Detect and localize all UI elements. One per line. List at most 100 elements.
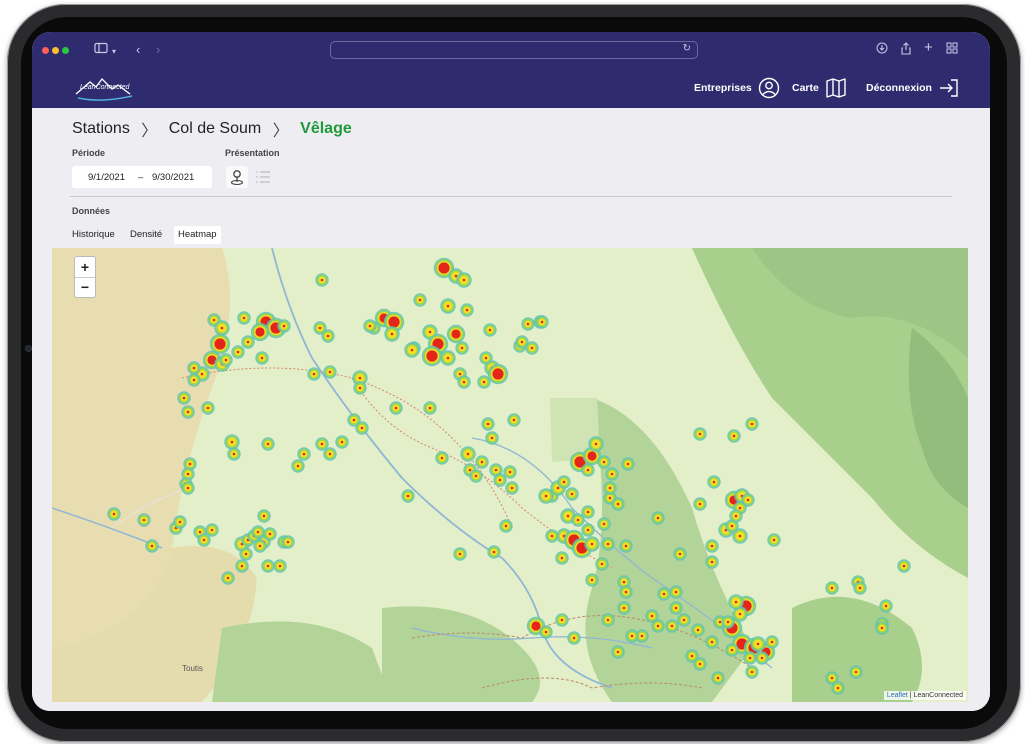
map-place-label: Toutis	[182, 664, 203, 673]
presentation-map-button[interactable]	[226, 166, 248, 188]
heat-spot	[263, 527, 277, 541]
heat-spot	[581, 505, 595, 519]
heat-spot	[581, 523, 595, 537]
heat-spot	[315, 273, 329, 287]
heat-spot	[469, 469, 483, 483]
heat-spot	[657, 587, 671, 601]
date-start[interactable]: 9/1/2021	[88, 172, 125, 183]
heat-spot	[384, 326, 400, 342]
heat-spot	[413, 293, 427, 307]
tablet-frame: ▾ ‹ › ↻ + LeanConnected Entreprises Cart…	[7, 4, 1021, 742]
heat-spot	[456, 272, 472, 288]
zoom-out-button[interactable]: −	[75, 277, 95, 297]
heat-spot	[277, 319, 291, 333]
heat-spot	[187, 373, 201, 387]
heat-spot	[557, 475, 571, 489]
forward-icon[interactable]: ›	[156, 42, 160, 58]
heat-spot	[745, 665, 759, 679]
nav-carte[interactable]: Carte	[792, 77, 847, 99]
heat-spot	[273, 559, 287, 573]
reload-icon[interactable]: ↻	[683, 43, 691, 54]
zoom-in-button[interactable]: +	[75, 257, 95, 278]
app-header: LeanConnected Entreprises Carte Déconnex…	[32, 68, 990, 108]
heat-spot	[231, 345, 245, 359]
tab-heatmap[interactable]: Heatmap	[174, 226, 221, 244]
date-range-picker[interactable]: 9/1/2021 – 9/30/2021	[72, 166, 212, 188]
heat-spot	[323, 447, 337, 461]
heat-spot	[477, 375, 491, 389]
heat-spot	[485, 431, 499, 445]
heat-spot	[214, 320, 230, 336]
heat-spot	[535, 315, 549, 329]
breadcrumb-current: Vêlage	[300, 120, 352, 137]
heat-spot	[145, 539, 159, 553]
heat-spot	[353, 381, 367, 395]
heat-spot	[897, 559, 911, 573]
heat-spot	[257, 509, 271, 523]
heat-spot	[107, 507, 121, 521]
breadcrumb-separator: 〉	[141, 123, 158, 140]
nav-entreprises-label: Entreprises	[694, 82, 752, 94]
tab-densite[interactable]: Densité	[126, 226, 166, 244]
heat-spot	[297, 447, 311, 461]
date-end[interactable]: 9/30/2021	[152, 172, 194, 183]
data-section-label: Données	[72, 206, 111, 216]
heat-spot	[691, 623, 705, 637]
back-icon[interactable]: ‹	[136, 42, 140, 58]
forest-area	[792, 596, 922, 702]
heat-spot	[567, 631, 581, 645]
heat-spot	[645, 609, 659, 623]
heat-spot	[585, 573, 599, 587]
breadcrumb: Stations 〉 Col de Soum 〉 Vêlage	[72, 117, 352, 141]
nav-deconnexion-label: Déconnexion	[866, 82, 932, 94]
tab-overview-icon[interactable]	[946, 42, 958, 58]
heat-spot	[879, 599, 893, 613]
new-tab-icon[interactable]: +	[924, 40, 933, 56]
url-field[interactable]: ↻	[330, 41, 698, 59]
download-icon[interactable]	[876, 42, 888, 58]
heat-spot	[588, 436, 604, 452]
breadcrumb-stations[interactable]: Stations	[72, 120, 130, 137]
heat-spot	[460, 303, 474, 317]
heat-spot	[707, 475, 721, 489]
heat-spot	[705, 635, 719, 649]
heat-spot	[727, 429, 741, 443]
forest-area	[382, 606, 540, 702]
tab-historique[interactable]: Historique	[68, 226, 119, 244]
chevron-down-icon[interactable]: ▾	[112, 44, 116, 60]
heat-spot	[440, 350, 456, 366]
heat-spot	[849, 665, 863, 679]
heat-spot	[755, 651, 769, 665]
heat-spot	[831, 681, 845, 695]
minimize-window-button[interactable]	[52, 47, 59, 54]
user-circle-icon	[758, 77, 779, 99]
heatmap-map[interactable]: + − Toutis Leaflet | LeanConnected	[52, 248, 968, 702]
close-window-button[interactable]	[42, 47, 49, 54]
heat-spot	[241, 335, 255, 349]
heat-spot	[669, 601, 683, 615]
section-divider	[70, 196, 952, 197]
heat-spot	[363, 319, 377, 333]
heat-spot	[493, 473, 507, 487]
heat-spot	[677, 613, 691, 627]
heat-spot	[181, 405, 195, 419]
heat-spot	[251, 525, 265, 539]
heat-spot	[221, 571, 235, 585]
date-separator: –	[138, 172, 144, 183]
heat-spot	[505, 481, 519, 495]
share-icon[interactable]	[900, 42, 912, 59]
heat-spot	[253, 539, 267, 553]
leaflet-link[interactable]: Leaflet	[887, 692, 908, 699]
logo-text: LeanConnected	[80, 84, 130, 91]
breadcrumb-col-de-soum[interactable]: Col de Soum	[169, 120, 262, 137]
maximize-window-button[interactable]	[62, 47, 69, 54]
heat-spot	[201, 401, 215, 415]
heat-spot	[335, 435, 349, 449]
heat-spot	[453, 547, 467, 561]
nav-deconnexion[interactable]: Déconnexion	[866, 77, 960, 99]
forest-area	[212, 621, 392, 702]
sidebar-icon[interactable]	[94, 42, 108, 58]
presentation-list-button[interactable]	[254, 168, 272, 186]
heat-spot	[281, 535, 295, 549]
nav-entreprises[interactable]: Entreprises	[694, 77, 780, 99]
